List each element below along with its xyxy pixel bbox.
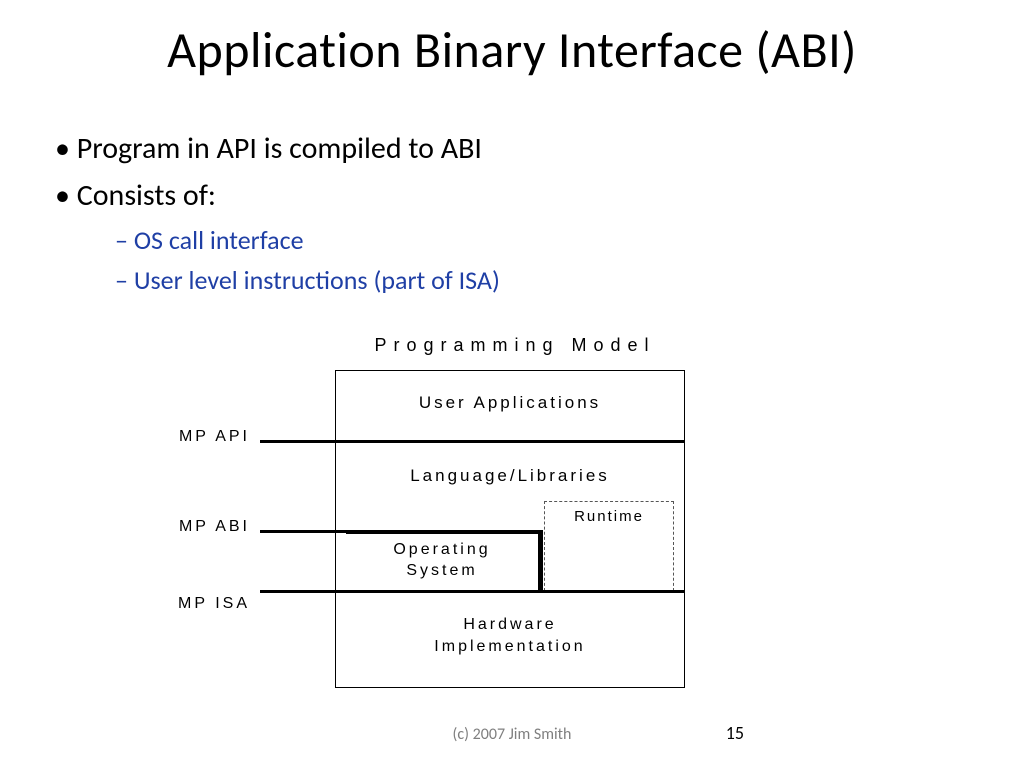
sub-bullet-item: OS call interface	[115, 224, 984, 256]
label-mp-isa: MP ISA	[160, 595, 250, 613]
abi-diagram: Programming Model User Applications Lang…	[160, 335, 720, 705]
label-mp-api: MP API	[160, 428, 250, 446]
bullet-list: Program in API is compiled to ABI Consis…	[55, 130, 984, 296]
bullet-item: Program in API is compiled to ABI	[55, 130, 984, 167]
layer-user-applications: User Applications	[336, 393, 684, 413]
slide-title: Application Binary Interface (ABI)	[0, 20, 1024, 81]
page-number: 15	[726, 722, 744, 744]
os-line2: System	[406, 562, 477, 579]
abi-step-vertical	[540, 530, 543, 590]
layer-runtime: Runtime	[544, 501, 674, 591]
isa-interface-line-stub	[260, 590, 345, 593]
abi-interface-line	[345, 530, 543, 533]
os-line1: Operating	[393, 541, 490, 558]
label-mp-abi: MP ABI	[160, 518, 250, 536]
sub-bullet-item: User level instructions (part of ISA)	[115, 264, 984, 296]
hw-line2: Implementation	[434, 638, 585, 655]
hw-line1: Hardware	[463, 616, 556, 633]
isa-interface-line	[335, 590, 685, 593]
diagram-heading: Programming Model	[335, 335, 695, 356]
bullet-item: Consists of:	[55, 177, 984, 214]
layer-operating-system: Operating System	[346, 531, 541, 591]
footer-copyright: (c) 2007 Jim Smith	[0, 725, 1024, 744]
slide: Application Binary Interface (ABI) Progr…	[0, 0, 1024, 768]
api-interface-line	[260, 440, 685, 443]
layer-hardware: Hardware Implementation	[336, 614, 684, 659]
stack-box: User Applications Language/Libraries Run…	[335, 370, 685, 688]
abi-interface-line-stub	[260, 530, 345, 533]
layer-language-libraries: Language/Libraries	[336, 466, 684, 486]
